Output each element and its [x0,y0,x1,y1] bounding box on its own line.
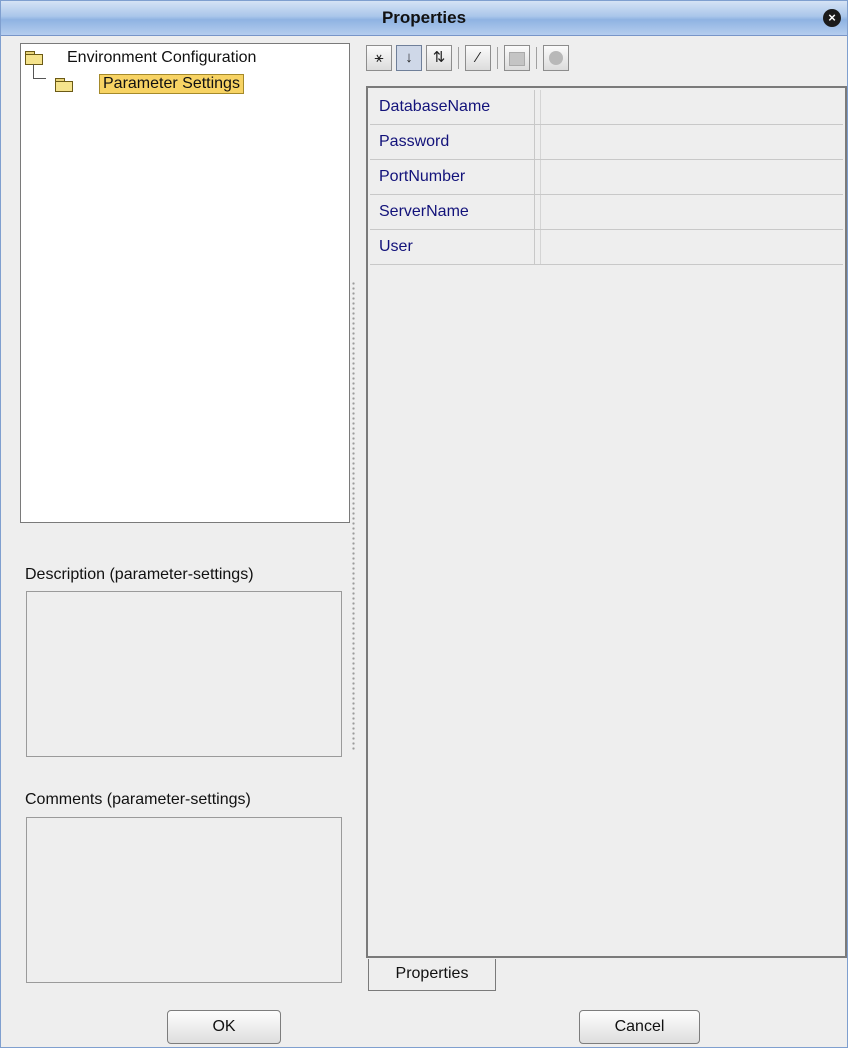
comments-field[interactable] [26,817,342,983]
title-bar[interactable]: Properties × [1,1,847,36]
property-row-portnumber[interactable]: PortNumber [370,160,843,195]
property-value[interactable] [540,90,843,124]
property-sheet: DatabaseName Password PortNumber ServerN… [366,86,847,958]
property-value[interactable] [540,125,843,159]
toolbar-separator [497,47,498,69]
configuration-tree[interactable]: Environment Configuration Parameter Sett… [20,43,350,523]
sort-alphabetical-icon[interactable]: ↓ [396,45,422,71]
splitter-handle[interactable] [352,281,355,751]
comments-label: Comments (parameter-settings) [25,791,251,808]
tree-item-label: Parameter Settings [99,74,244,94]
toolbar-separator [536,47,537,69]
property-name: DatabaseName [370,90,535,124]
sort-categories-icon[interactable]: ⚹ [366,45,392,71]
property-value[interactable] [540,230,843,264]
folder-icon [25,51,43,65]
dialog-title: Properties [381,8,467,27]
property-value[interactable] [540,160,843,194]
properties-dialog: Properties × Environment Configuration P… [0,0,848,1048]
ok-button[interactable]: OK [167,1010,281,1044]
help-icon [543,45,569,71]
property-row-password[interactable]: Password [370,125,843,160]
sort-by-type-icon[interactable]: ⇅ [426,45,452,71]
property-name: ServerName [370,195,535,229]
description-field[interactable] [26,591,342,757]
tree-connector [33,64,46,79]
tab-properties[interactable]: Properties [368,959,496,991]
property-name: Password [370,125,535,159]
property-sheet-icon [504,45,530,71]
property-row-databasename[interactable]: DatabaseName [370,90,843,125]
description-label: Description (parameter-settings) [25,566,254,583]
tree-item-label: Environment Configuration [67,49,257,66]
property-name: User [370,230,535,264]
toolbar-separator [458,47,459,69]
property-value[interactable] [540,195,843,229]
property-name: PortNumber [370,160,535,194]
property-row-servername[interactable]: ServerName [370,195,843,230]
cancel-button[interactable]: Cancel [579,1010,700,1044]
close-icon[interactable]: × [823,9,841,27]
property-row-user[interactable]: User [370,230,843,265]
folder-icon [55,78,73,92]
show-editable-icon[interactable]: ⁄ [465,45,491,71]
